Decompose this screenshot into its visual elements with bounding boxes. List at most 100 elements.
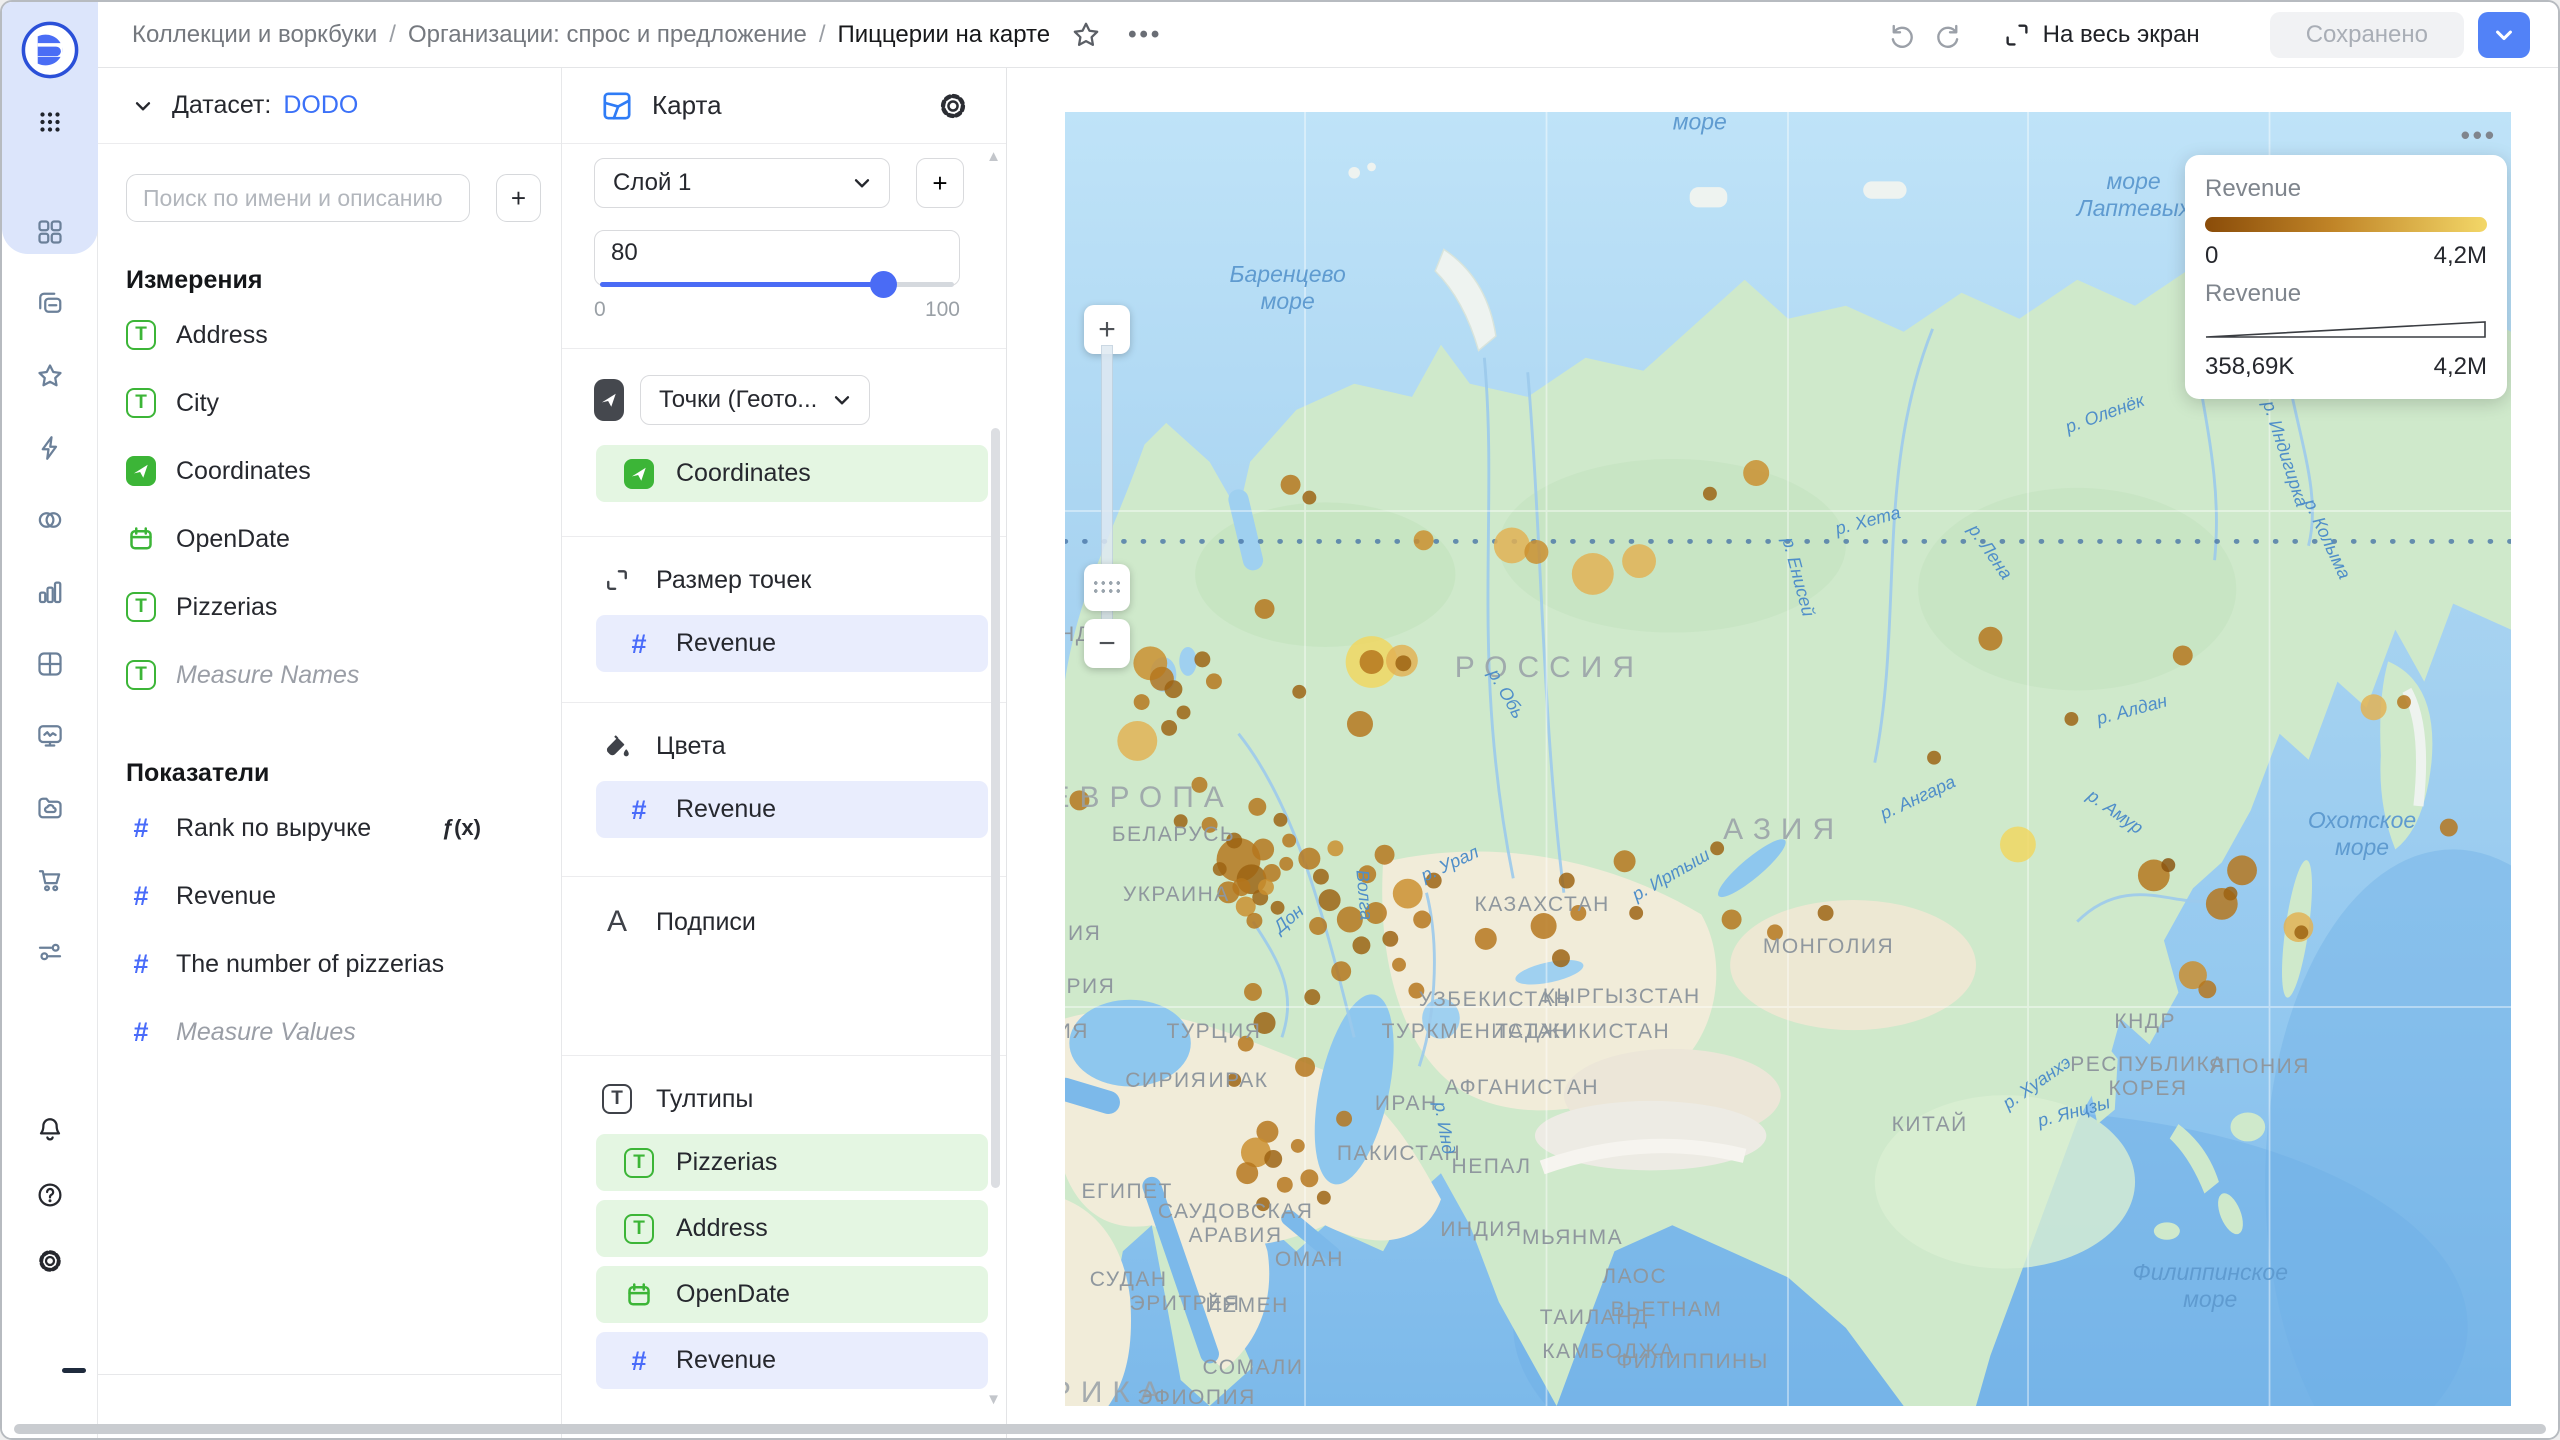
field-opendate[interactable]: OpenDate — [98, 505, 561, 573]
pizzeria-point[interactable] — [1312, 868, 1329, 885]
opacity-value[interactable]: 80 — [595, 231, 959, 267]
size-field-chip[interactable]: # Revenue — [596, 615, 988, 672]
pizzeria-point[interactable] — [1570, 905, 1587, 921]
field-measure-values[interactable]: # Measure Values — [98, 998, 561, 1066]
field-rank-по-выручке[interactable]: # Rank по выручке ƒ(x) — [98, 794, 561, 862]
opacity-slider-knob[interactable] — [870, 271, 898, 298]
redo-button[interactable] — [1925, 13, 1969, 57]
map-menu-icon[interactable]: ••• — [2461, 120, 2497, 151]
pizzeria-point[interactable] — [1232, 878, 1251, 897]
pizzeria-point[interactable] — [1327, 840, 1344, 857]
fullscreen-label[interactable]: На весь экран — [2043, 21, 2200, 49]
geotype-select[interactable]: Точки (Геото... — [640, 375, 870, 425]
dataset-name-link[interactable]: DODO — [283, 91, 358, 120]
rail-item-workbooks[interactable] — [20, 202, 80, 262]
zoom-out-button[interactable]: − — [1084, 619, 1130, 668]
pizzeria-point[interactable] — [1194, 651, 1211, 668]
chip-pizzerias[interactable]: T Pizzerias — [596, 1134, 988, 1191]
pizzeria-point[interactable] — [1493, 527, 1530, 564]
chart-settings-gear-icon[interactable] — [936, 89, 970, 123]
pizzeria-point[interactable] — [1173, 814, 1188, 829]
pizzeria-point[interactable] — [1226, 832, 1243, 849]
pizzeria-point[interactable] — [1273, 812, 1288, 827]
pizzeria-point[interactable] — [1395, 655, 1412, 672]
map-canvas[interactable]: РОССИЯЕВРОПААЗИЯАФРИКАФИНЛЯНДИЯБЕЛАРУСЬУ… — [1065, 112, 2511, 1406]
breadcrumb-item[interactable]: Пиццерии на карте — [838, 21, 1051, 49]
pizzeria-point[interactable] — [1133, 694, 1150, 710]
config-scrollbar[interactable]: ▲ ▼ — [986, 148, 1004, 1408]
pizzeria-point[interactable] — [1558, 872, 1575, 889]
field-address[interactable]: T Address — [98, 301, 561, 369]
scroll-down-icon[interactable]: ▼ — [986, 1391, 1001, 1408]
pizzeria-point[interactable] — [1374, 844, 1395, 865]
pizzeria-point[interactable] — [1212, 862, 1227, 876]
rail-item-datasets[interactable] — [20, 634, 80, 694]
layer-select[interactable]: Слой 1 — [594, 158, 890, 208]
pizzeria-point[interactable] — [1191, 776, 1208, 793]
pizzeria-point[interactable] — [1164, 680, 1183, 699]
pizzeria-point[interactable] — [1743, 460, 1770, 487]
rail-item-connections[interactable] — [20, 490, 80, 550]
pizzeria-point[interactable] — [1254, 598, 1275, 619]
pizzeria-point[interactable] — [1622, 544, 1656, 578]
field-coordinates[interactable]: Coordinates — [98, 437, 561, 505]
field-search-input[interactable] — [126, 174, 470, 222]
breadcrumb-more-icon[interactable]: ••• — [1128, 21, 1162, 49]
pizzeria-point[interactable] — [1295, 1056, 1316, 1077]
rail-item-collections[interactable] — [20, 274, 80, 334]
pizzeria-point[interactable] — [1413, 530, 1434, 551]
pizzeria-point[interactable] — [1571, 552, 1614, 595]
rail-item-dashboards[interactable] — [20, 706, 80, 766]
rail-item-storage[interactable] — [20, 778, 80, 838]
rail-item-ql-editor[interactable] — [20, 418, 80, 478]
pizzeria-point[interactable] — [1253, 1012, 1276, 1034]
pizzeria-point[interactable] — [2064, 712, 2079, 726]
pizzeria-point[interactable] — [1474, 927, 1497, 950]
pizzeria-point[interactable] — [1346, 710, 1373, 738]
pizzeria-point[interactable] — [1205, 673, 1222, 690]
pizzeria-point[interactable] — [2161, 858, 2176, 873]
pizzeria-point[interactable] — [1248, 797, 1267, 816]
pizzeria-point[interactable] — [1282, 833, 1297, 848]
favorite-star-icon[interactable] — [1070, 19, 1102, 51]
field-pizzerias[interactable]: T Pizzerias — [98, 573, 561, 641]
field-the-number-of-pizzerias[interactable]: # The number of pizzerias — [98, 930, 561, 998]
pizzeria-point[interactable] — [1359, 649, 1384, 674]
pizzeria-point[interactable] — [1392, 957, 1406, 972]
opacity-slider[interactable] — [600, 271, 954, 298]
pizzeria-point[interactable] — [1069, 790, 1090, 811]
rail-item-notifications[interactable] — [20, 1098, 80, 1160]
pizzeria-point[interactable] — [1227, 1073, 1242, 1087]
pizzeria-point[interactable] — [1279, 856, 1294, 871]
rail-item-services[interactable] — [20, 922, 80, 982]
pizzeria-point[interactable] — [1336, 906, 1363, 933]
pizzeria-point[interactable] — [1927, 750, 1941, 765]
pizzeria-point[interactable] — [1408, 982, 1425, 999]
pizzeria-point[interactable] — [1425, 872, 1442, 889]
pizzeria-point[interactable] — [1364, 901, 1387, 924]
pizzeria-point[interactable] — [1978, 626, 2003, 651]
rail-item-settings[interactable] — [20, 1230, 80, 1292]
pizzeria-point[interactable] — [1309, 917, 1328, 935]
pizzeria-point[interactable] — [1613, 850, 1636, 873]
pizzeria-point[interactable] — [1702, 486, 1717, 501]
pizzeria-point[interactable] — [1236, 1162, 1259, 1185]
pizzeria-point[interactable] — [1264, 1149, 1283, 1168]
pizzeria-point[interactable] — [1413, 910, 1432, 929]
pizzeria-point[interactable] — [1552, 949, 1570, 968]
pizzeria-point[interactable] — [1276, 1176, 1293, 1193]
pizzeria-point[interactable] — [1300, 1169, 1319, 1188]
rail-item-favorites[interactable] — [20, 346, 80, 406]
scroll-up-icon[interactable]: ▲ — [986, 148, 1001, 165]
field-city[interactable]: T City — [98, 369, 561, 437]
pizzeria-point[interactable] — [1316, 1190, 1331, 1205]
pizzeria-point[interactable] — [1358, 865, 1377, 884]
pizzeria-point[interactable] — [2439, 818, 2458, 837]
pizzeria-point[interactable] — [2360, 694, 2387, 721]
rail-item-charts[interactable] — [20, 562, 80, 622]
pizzeria-point[interactable] — [2198, 980, 2217, 999]
pizzeria-point[interactable] — [1304, 989, 1321, 1006]
apps-grid-icon[interactable] — [30, 102, 70, 142]
pizzeria-point[interactable] — [1161, 719, 1178, 736]
pizzeria-point[interactable] — [1999, 826, 2036, 863]
